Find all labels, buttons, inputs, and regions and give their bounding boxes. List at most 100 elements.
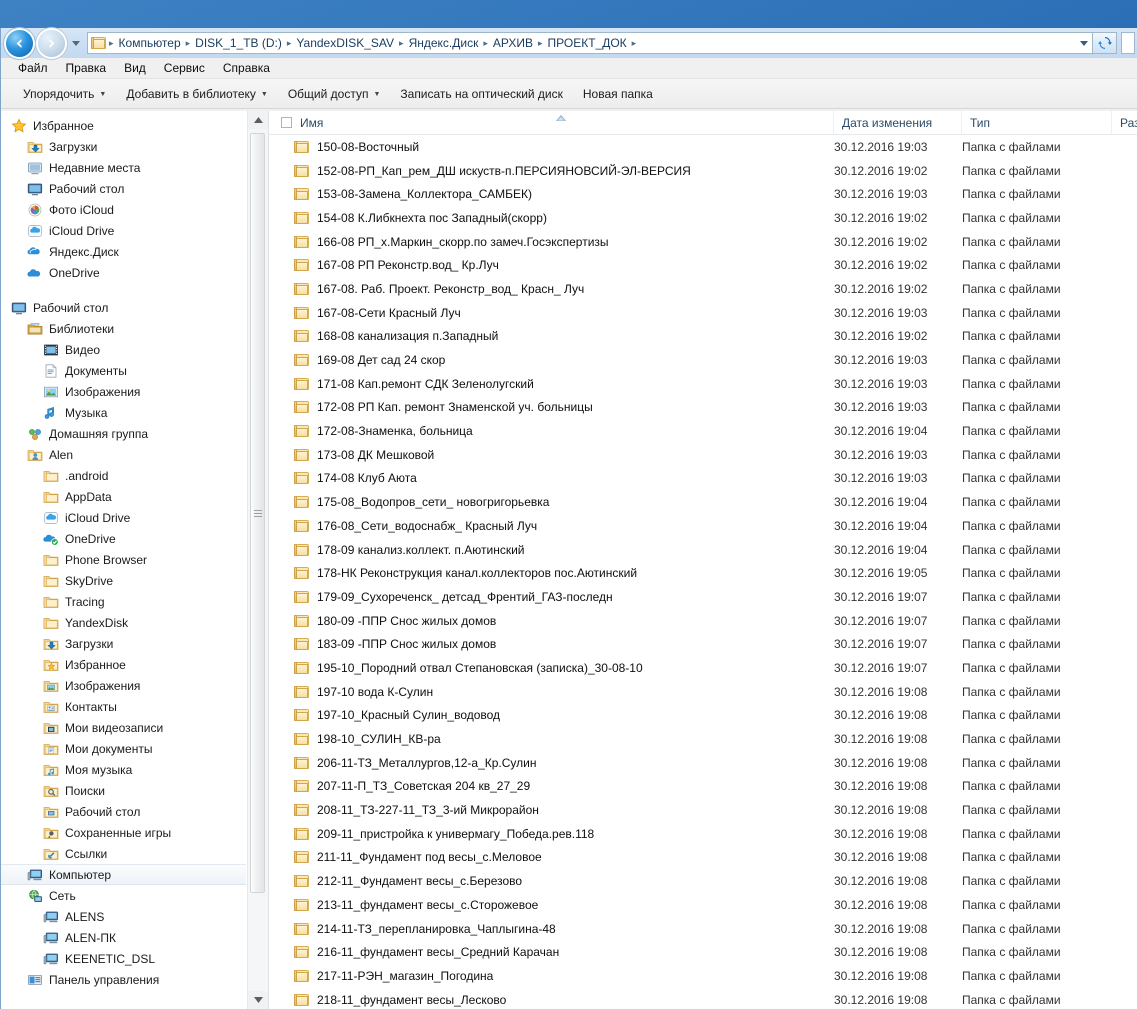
scroll-up-button[interactable] [248,111,268,129]
toolbar-new-folder-button[interactable]: Новая папка [573,81,663,107]
menu-item-view[interactable]: Вид [115,58,155,78]
breadcrumb-separator[interactable]: ▸ [630,38,639,49]
table-row[interactable]: 214-11-ТЗ_перепланировка_Чаплыгина-48 30.… [269,917,1137,941]
table-row[interactable]: 174-08 Клуб Аюта 30.12.2016 19:03 Папка с … [269,467,1137,491]
table-row[interactable]: 172-08-Знаменка, больница 30.12.2016 19:0… [269,419,1137,443]
sidebar-item-видео[interactable]: Видео [1,339,246,360]
breadcrumb-separator[interactable]: ▸ [536,38,545,49]
table-row[interactable]: 211-11_Фундамент под весы_с.Меловое 30.12… [269,846,1137,870]
breadcrumb-item-arhiv[interactable]: АРХИВ [490,33,536,53]
table-row[interactable]: 198-10_СУЛИН_КВ-ра 30.12.2016 19:08 Папка … [269,727,1137,751]
sidebar-item-избранное[interactable]: Избранное [1,115,246,136]
sidebar-item-загрузки[interactable]: Загрузки [1,136,246,157]
table-row[interactable]: 209-11_пристройка к универмагу_Победа.ре… [269,822,1137,846]
sidebar-item-skydrive[interactable]: SkyDrive [1,570,246,591]
sidebar-item-onedrive[interactable]: OneDrive [1,528,246,549]
sidebar-item-appdata[interactable]: AppData [1,486,246,507]
sidebar-item-поиски[interactable]: Поиски [1,780,246,801]
sidebar-item-моя-музыка[interactable]: Моя музыка [1,759,246,780]
sidebar-item-документы[interactable]: Документы [1,360,246,381]
sidebar-item-alen-пк[interactable]: ALEN-ПК [1,927,246,948]
table-row[interactable]: 180-09 -ППР Снос жилых домов 30.12.2016 1… [269,609,1137,633]
table-row[interactable]: 168-08 канализация п.Западный 30.12.2016 … [269,325,1137,349]
table-row[interactable]: 195-10_Породний отвал Степановская (запи… [269,656,1137,680]
sidebar-item-компьютер[interactable]: Компьютер [1,864,246,885]
sidebar-item-изображения[interactable]: Изображения [1,381,246,402]
table-row[interactable]: 183-09 -ППР Снос жилых домов 30.12.2016 1… [269,632,1137,656]
sidebar-item-панель-управления[interactable]: Панель управления [1,969,246,990]
refresh-button[interactable] [1093,32,1117,54]
sidebar-item-музыка[interactable]: Музыка [1,402,246,423]
table-row[interactable]: 171-08 Кап.ремонт СДК Зеленолугский 30.12… [269,372,1137,396]
table-row[interactable]: 216-11_фундамент весы_Средний Карачан 30.… [269,940,1137,964]
table-row[interactable]: 218-11_фундамент весы_Лесково 30.12.2016 … [269,988,1137,1009]
table-row[interactable]: 217-11-РЭН_магазин_Погодина 30.12.2016 19… [269,964,1137,988]
toolbar-share-button[interactable]: Общий доступ ▼ [278,81,391,107]
breadcrumb-separator[interactable]: ▸ [397,38,406,49]
table-row[interactable]: 173-08 ДК Мешковой 30.12.2016 19:03 Папка … [269,443,1137,467]
sidebar-item-домашняя-группа[interactable]: Домашняя группа [1,423,246,444]
table-row[interactable]: 153-08-Замена_Коллектора_САМБЕК) 30.12.20… [269,182,1137,206]
column-header-type[interactable]: Тип [962,111,1112,135]
sidebar-item-сеть[interactable]: Сеть [1,885,246,906]
breadcrumb-item-disk1tb[interactable]: DISK_1_TB (D:) [192,33,285,53]
table-row[interactable]: 166-08 РП_х.Маркин_скорр.по замеч.Госэкс… [269,230,1137,254]
menu-item-edit[interactable]: Правка [57,58,116,78]
menu-item-tools[interactable]: Сервис [155,58,214,78]
breadcrumb-separator[interactable]: ▸ [481,38,490,49]
breadcrumb-separator[interactable]: ▸ [184,38,193,49]
table-row[interactable]: 197-10 вода К-Сулин 30.12.2016 19:08 Папка… [269,680,1137,704]
table-row[interactable]: 206-11-ТЗ_Металлургов,12-а_Кр.Сулин 30.12… [269,751,1137,775]
table-row[interactable]: 172-08 РП Кап. ремонт Знаменской уч. бол… [269,396,1137,420]
column-header-name[interactable]: Имя [269,111,834,135]
table-row[interactable]: 178-09 канализ.коллект. п.Аютинский 30.12… [269,538,1137,562]
sidebar-item-phone-browser[interactable]: Phone Browser [1,549,246,570]
table-row[interactable]: 208-11_ТЗ-227-11_ТЗ_3-ий Микрорайон 30.12… [269,798,1137,822]
menu-item-file[interactable]: Файл [9,58,57,78]
sidebar-item-icloud-drive[interactable]: iCloud Drive [1,220,246,241]
column-header-size[interactable]: Размер [1112,111,1137,135]
sidebar-item-onedrive[interactable]: OneDrive [1,262,246,283]
table-row[interactable]: 178-НК Реконструкция канал.коллекторов п… [269,561,1137,585]
table-row[interactable]: 197-10_Красный Сулин_водовод 30.12.2016 1… [269,704,1137,728]
navigation-scrollbar[interactable] [247,111,268,1009]
table-row[interactable]: 212-11_Фундамент весы_с.Березово 30.12.20… [269,869,1137,893]
breadcrumb-item-computer[interactable]: Компьютер [116,33,184,53]
table-row[interactable]: 167-08. Раб. Проект. Реконстр_вод_ Красн… [269,277,1137,301]
sidebar-item-сохраненные-игры[interactable]: Сохраненные игры [1,822,246,843]
history-dropdown-button[interactable] [69,30,83,57]
sidebar-item-библиотеки[interactable]: Библиотеки [1,318,246,339]
select-all-checkbox[interactable] [281,117,292,128]
breadcrumb[interactable]: ▸ Компьютер ▸ DISK_1_TB (D:) ▸ YandexDIS… [87,32,1093,54]
sidebar-item-рабочий-стол[interactable]: Рабочий стол [1,297,246,318]
scroll-down-button[interactable] [248,991,268,1009]
sidebar-item-рабочий-стол[interactable]: Рабочий стол [1,801,246,822]
sidebar-item-яндекс-диск[interactable]: Яндекс.Диск [1,241,246,262]
sidebar-item-недавние-места[interactable]: Недавние места [1,157,246,178]
table-row[interactable]: 213-11_фундамент весы_с.Сторожевое 30.12.… [269,893,1137,917]
sidebar-item-yandexdisk[interactable]: YandexDisk [1,612,246,633]
table-row[interactable]: 167-08 РП Реконстр.вод_ Кр.Луч 30.12.2016… [269,253,1137,277]
sidebar-item-alens[interactable]: ALENS [1,906,246,927]
menu-item-help[interactable]: Справка [214,58,279,78]
navigation-scrollbar-thumb[interactable] [250,133,265,893]
table-row[interactable]: 167-08-Сети Красный Луч 30.12.2016 19:03 П… [269,301,1137,325]
sidebar-item-android[interactable]: .android [1,465,246,486]
breadcrumb-dropdown-button[interactable] [1076,39,1092,48]
table-row[interactable]: 169-08 Дет сад 24 скор 30.12.2016 19:03 Па… [269,348,1137,372]
table-row[interactable]: 179-09_Сухореченск_ детсад_Френтий_ГАЗ-п… [269,585,1137,609]
column-header-date[interactable]: Дата изменения [834,111,962,135]
toolbar-burn-button[interactable]: Записать на оптический диск [390,81,573,107]
breadcrumb-item-proektdok[interactable]: ПРОЕКТ_ДОК [545,33,630,53]
back-button[interactable] [6,29,33,57]
table-row[interactable]: 152-08-РП_Кап_рем_ДШ искуств-п.ПЕРСИЯНОВ… [269,159,1137,183]
sidebar-item-keenetic-dsl[interactable]: KEENETIC_DSL [1,948,246,969]
sidebar-item-фото-icloud[interactable]: Фото iCloud [1,199,246,220]
sidebar-item-контакты[interactable]: Контакты [1,696,246,717]
sidebar-item-изображения[interactable]: Изображения [1,675,246,696]
toolbar-organize-button[interactable]: Упорядочить ▼ [13,81,116,107]
breadcrumb-item-yandexdisk[interactable]: Яндекс.Диск [406,33,482,53]
sidebar-item-мои-видеозаписи[interactable]: Мои видеозаписи [1,717,246,738]
toolbar-add-to-library-button[interactable]: Добавить в библиотеку ▼ [116,81,277,107]
search-input[interactable] [1121,32,1135,54]
